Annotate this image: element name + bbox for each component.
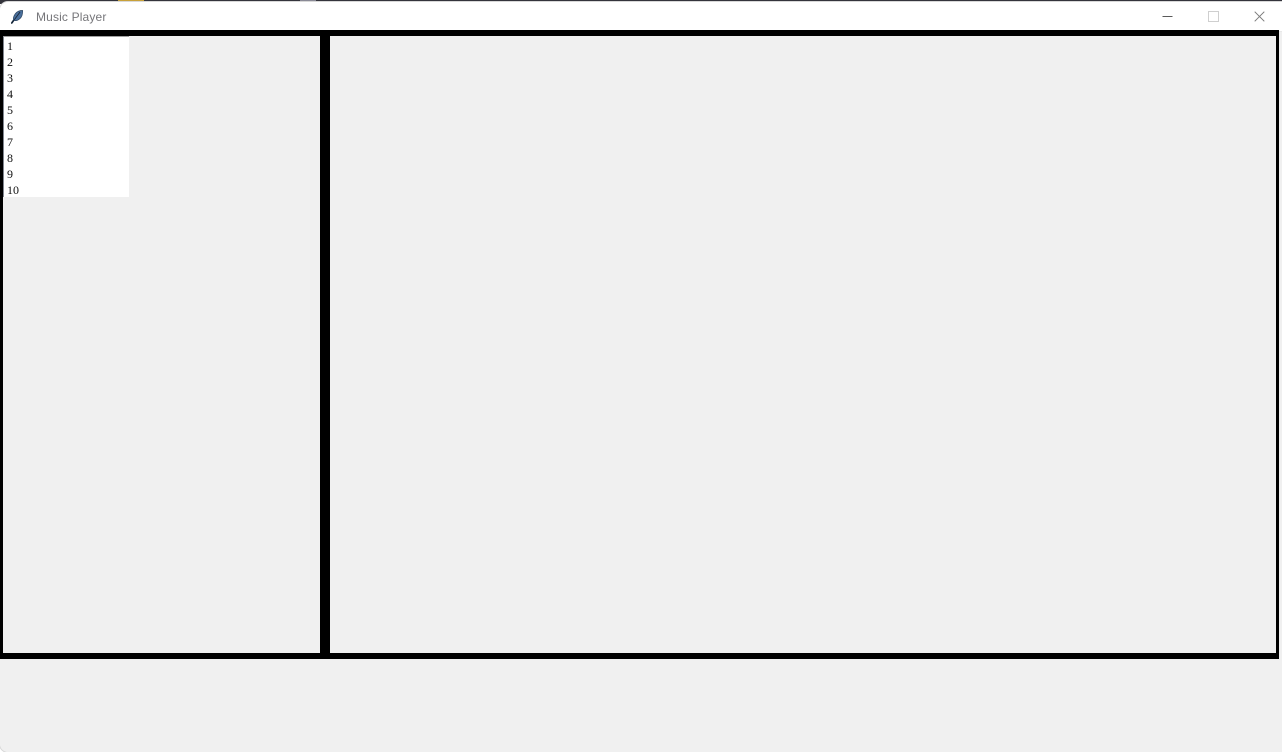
maximize-button[interactable]	[1190, 2, 1236, 31]
pane-separator	[320, 36, 330, 653]
list-item[interactable]: 5	[6, 102, 129, 118]
list-item[interactable]: 10	[6, 182, 129, 197]
feather-icon	[9, 9, 25, 25]
minimize-button[interactable]	[1144, 2, 1190, 31]
right-pane	[330, 36, 1276, 653]
list-item[interactable]: 9	[6, 166, 129, 182]
main-frame: 1 2 3 4 5 6 7 8 9 10	[0, 30, 1279, 659]
list-item[interactable]: 1	[6, 38, 129, 54]
window-title: Music Player	[36, 9, 107, 24]
list-item[interactable]: 2	[6, 54, 129, 70]
title-bar-left-group: Music Player	[0, 2, 106, 31]
screen: Music Player 1 2 3 4 5 6 7 8 9 10	[0, 0, 1282, 752]
playlist-listbox[interactable]: 1 2 3 4 5 6 7 8 9 10	[3, 36, 129, 197]
close-button[interactable]	[1236, 2, 1282, 31]
list-item[interactable]: 8	[6, 150, 129, 166]
window-controls	[1144, 2, 1282, 31]
bottom-controls-area	[0, 659, 1282, 752]
list-item[interactable]: 6	[6, 118, 129, 134]
list-item[interactable]: 4	[6, 86, 129, 102]
title-bar[interactable]: Music Player	[0, 2, 1282, 32]
left-pane: 1 2 3 4 5 6 7 8 9 10	[3, 36, 320, 653]
music-player-window: Music Player 1 2 3 4 5 6 7 8 9 10	[0, 2, 1282, 752]
list-item[interactable]: 7	[6, 134, 129, 150]
list-item[interactable]: 3	[6, 70, 129, 86]
